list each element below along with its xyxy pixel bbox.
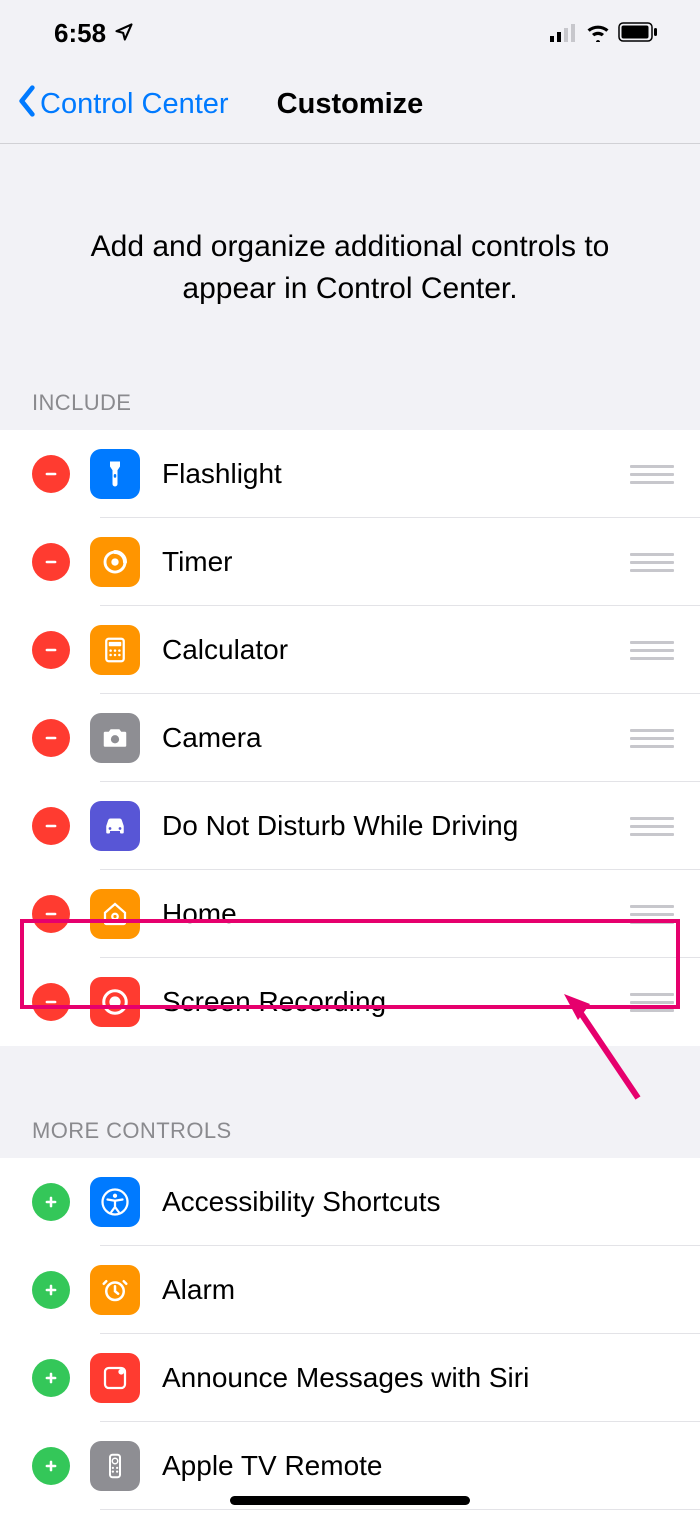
remove-button[interactable] (32, 455, 70, 493)
list-item: Screen Recording (0, 958, 700, 1046)
flashlight-icon (90, 449, 140, 499)
row-label: Apple TV Remote (162, 1450, 700, 1482)
drag-handle[interactable] (630, 814, 674, 838)
remove-button[interactable] (32, 631, 70, 669)
drag-handle[interactable] (630, 462, 674, 486)
remove-button[interactable] (32, 983, 70, 1021)
back-label: Control Center (40, 88, 229, 121)
chevron-left-icon (16, 85, 38, 125)
add-button[interactable] (32, 1359, 70, 1397)
page-title: Customize (277, 88, 424, 121)
more-list: Accessibility Shortcuts Alarm Announce Mes… (0, 1158, 700, 1515)
list-item: Calculator (0, 606, 700, 694)
row-label: Camera (162, 722, 630, 754)
list-item: Announce Messages with Siri (0, 1334, 700, 1422)
calculator-icon (90, 625, 140, 675)
status-time: 6:58 (54, 18, 106, 49)
add-button[interactable] (32, 1183, 70, 1221)
section-header-more: MORE CONTROLS (0, 1108, 700, 1158)
list-item: Accessibility Shortcuts (0, 1158, 700, 1246)
nav-bar: Control Center Customize (0, 66, 700, 144)
remove-button[interactable] (32, 543, 70, 581)
announce-icon (90, 1353, 140, 1403)
list-item: Flashlight (0, 430, 700, 518)
list-item: Timer (0, 518, 700, 606)
home-indicator (230, 1496, 470, 1505)
home-icon (90, 889, 140, 939)
list-item: Do Not Disturb While Driving (0, 782, 700, 870)
list-item: Camera (0, 694, 700, 782)
row-label: Flashlight (162, 458, 630, 490)
record-icon (90, 977, 140, 1027)
timer-icon (90, 537, 140, 587)
alarm-icon (90, 1265, 140, 1315)
row-label: Home (162, 898, 630, 930)
add-button[interactable] (32, 1271, 70, 1309)
drag-handle[interactable] (630, 902, 674, 926)
remote-icon (90, 1441, 140, 1491)
wifi-icon (585, 18, 611, 49)
drag-handle[interactable] (630, 726, 674, 750)
car-icon (90, 801, 140, 851)
camera-icon (90, 713, 140, 763)
row-label: Accessibility Shortcuts (162, 1186, 700, 1218)
drag-handle[interactable] (630, 990, 674, 1014)
include-list: Flashlight Timer Calculator Camera Do Not Di… (0, 430, 700, 1046)
drag-handle[interactable] (630, 550, 674, 574)
row-label: Calculator (162, 634, 630, 666)
remove-button[interactable] (32, 719, 70, 757)
list-item: Home (0, 870, 700, 958)
drag-handle[interactable] (630, 638, 674, 662)
remove-button[interactable] (32, 807, 70, 845)
row-label: Timer (162, 546, 630, 578)
row-label: Announce Messages with Siri (162, 1362, 700, 1394)
row-label: Alarm (162, 1274, 700, 1306)
row-label: Do Not Disturb While Driving (162, 810, 630, 842)
location-icon (114, 18, 134, 49)
section-header-include: INCLUDE (0, 380, 700, 430)
back-button[interactable]: Control Center (16, 85, 229, 125)
add-button[interactable] (32, 1447, 70, 1485)
status-bar: 6:58 (0, 0, 700, 66)
description-text: Add and organize additional controls to … (0, 144, 700, 380)
battery-icon (618, 18, 658, 49)
accessibility-icon (90, 1177, 140, 1227)
status-left: 6:58 (54, 18, 134, 49)
cellular-icon (550, 18, 578, 49)
row-label: Screen Recording (162, 986, 630, 1018)
remove-button[interactable] (32, 895, 70, 933)
list-item: Dark Mode (0, 1510, 700, 1515)
status-right (550, 18, 658, 49)
list-item: Alarm (0, 1246, 700, 1334)
